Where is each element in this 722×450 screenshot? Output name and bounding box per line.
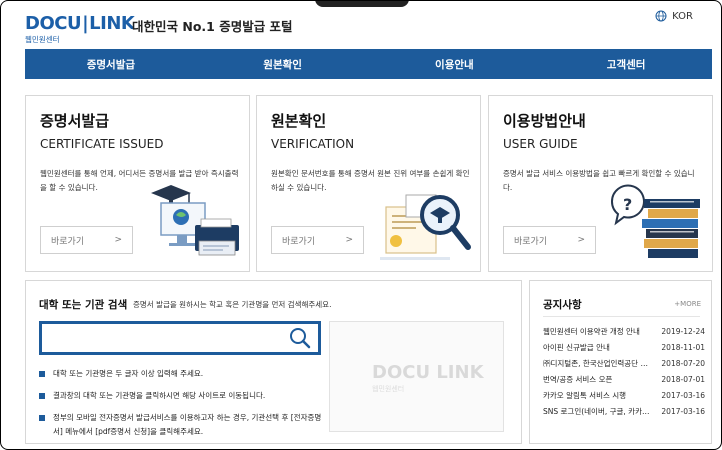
preview-watermark-logo: DOCU LINK (372, 362, 484, 383)
card-subtitle: VERIFICATION (271, 137, 355, 151)
go-button-label: 바로가기 (514, 236, 548, 247)
notice-item[interactable]: 아이핀 신규발급 안내 2018-11-01 (543, 340, 705, 356)
user-guide-go-button[interactable]: 바로가기 > (503, 226, 596, 254)
card-user-guide: 이용방법안내 USER GUIDE 증명서 발급 서비스 이용방법을 쉽고 빠르… (488, 95, 713, 272)
notice-list: 웹민원센터 이용약관 개정 안내 2019-12-24 아이핀 신규발급 안내 20… (543, 324, 705, 420)
search-button[interactable] (288, 327, 312, 349)
card-verification: 원본확인 VERIFICATION 원본확인 문서번호를 통해 증명서 원본 진… (256, 95, 481, 272)
language-label: KOR (672, 10, 693, 22)
nav-item-guide[interactable]: 이용안내 (369, 49, 541, 79)
chevron-right-icon: > (345, 235, 353, 245)
logo-text-right: LINK (89, 13, 135, 34)
verification-go-button[interactable]: 바로가기 > (271, 226, 364, 254)
chevron-right-icon: > (114, 235, 122, 245)
notice-item-date: 2018-11-01 (661, 343, 705, 352)
card-title: 증명서발급 (40, 112, 110, 130)
notice-item-title: 번역/공증 서비스 오픈 (543, 375, 613, 384)
notice-item-date: 2019-12-24 (661, 327, 705, 336)
card-title: 이용방법안내 (503, 112, 586, 130)
notice-panel: 공지사항 +MORE 웹민원센터 이용약관 개정 안내 2019-12-24 아이… (529, 280, 712, 444)
notice-item-title: 웹민원센터 이용약관 개정 안내 (543, 327, 640, 336)
search-result-preview: DOCU LINK 웹민원센터 (329, 321, 504, 432)
go-button-label: 바로가기 (51, 236, 85, 247)
notice-item[interactable]: 번역/공증 서비스 오픈 2018-07-01 (543, 372, 705, 388)
card-subtitle: USER GUIDE (503, 137, 578, 151)
card-certificate: 증명서발급 CERTIFICATE ISSUED 웹민원센터를 통해 언제, 어… (25, 95, 250, 272)
search-input[interactable] (46, 327, 281, 349)
nav-item-certificate[interactable]: 증명서발급 (25, 49, 197, 79)
notice-item[interactable]: ㈜디지털존, 한국산업인력공단 업무협약 2018-07-20 (543, 356, 705, 372)
portal-title: 대한민국 No.1 증명발급 포털 (132, 19, 293, 34)
search-box (39, 321, 321, 355)
notice-item-title: ㈜디지털존, 한국산업인력공단 업무협약 (543, 359, 651, 368)
search-note: 정부의 모바일 전자증명서 발급서비스를 이용하고자 하는 경우, 기관선택 후… (39, 411, 329, 439)
user-guide-illustration-icon: ? (611, 184, 700, 258)
notice-item-title: SNS 로그인(네이버, 구글, 카카오) 서비스 (543, 407, 651, 416)
card-title: 원본확인 (271, 112, 327, 130)
main-nav: 증명서발급 원본확인 이용안내 고객센터 (25, 49, 712, 79)
institution-search-panel: 대학 또는 기관 검색 증명서 발급을 원하시는 학교 혹은 기관명을 먼저 검… (25, 280, 522, 444)
nav-item-verification[interactable]: 원본확인 (197, 49, 369, 79)
notice-item[interactable]: SNS 로그인(네이버, 구글, 카카오) 서비스 2017-03-16 (543, 404, 705, 420)
divider (543, 316, 700, 317)
browser-frame: DOCU|LINK 웹민원센터 대한민국 No.1 증명발급 포털 KOR 증명… (0, 0, 722, 450)
notice-title: 공지사항 (543, 299, 582, 311)
docu-link-logo[interactable]: DOCU|LINK 웹민원센터 (25, 13, 135, 44)
logo-subtitle: 웹민원센터 (25, 35, 60, 44)
search-notes-list: 대학 또는 기관명은 두 글자 이상 입력해 주세요. 결과창의 대학 또는 기… (39, 367, 329, 447)
search-hint: 증명서 발급을 원하시는 학교 혹은 기관명을 먼저 검색해주세요. (133, 300, 332, 309)
globe-icon (655, 10, 667, 22)
preview-watermark-subtitle: 웹민원센터 (372, 385, 405, 393)
notice-more-link[interactable]: +MORE (674, 300, 701, 308)
logo-wordmark: DOCU|LINK (25, 13, 135, 34)
language-selector[interactable]: KOR (655, 10, 693, 22)
search-title: 대학 또는 기관 검색 (39, 299, 128, 311)
site-header: DOCU|LINK 웹민원센터 대한민국 No.1 증명발급 포털 KOR (1, 1, 721, 49)
notice-item-date: 2017-03-16 (661, 391, 705, 400)
notice-item-date: 2018-07-01 (661, 375, 705, 384)
certificate-illustration-icon (151, 185, 239, 256)
svg-text:?: ? (623, 195, 632, 214)
search-icon (290, 328, 311, 349)
notice-item-date: 2018-07-20 (661, 359, 705, 368)
chevron-right-icon: > (577, 235, 585, 245)
nav-item-customer-center[interactable]: 고객센터 (540, 49, 712, 79)
card-subtitle: CERTIFICATE ISSUED (40, 137, 164, 151)
notice-item[interactable]: 웹민원센터 이용약관 개정 안내 2019-12-24 (543, 324, 705, 340)
go-button-label: 바로가기 (282, 236, 316, 247)
logo-text-left: DOCU (25, 13, 82, 34)
logo-separator-icon: | (82, 13, 89, 34)
search-note: 대학 또는 기관명은 두 글자 이상 입력해 주세요. (39, 367, 329, 381)
search-note: 결과창의 대학 또는 기관명을 클릭하시면 해당 사이트로 이동됩니다. (39, 389, 329, 403)
verification-illustration-icon (380, 194, 471, 260)
notice-item-title: 아이핀 신규발급 안내 (543, 343, 610, 352)
notice-item[interactable]: 카카오 알림톡 서비스 시행 2017-03-16 (543, 388, 705, 404)
notice-item-date: 2017-03-16 (661, 407, 705, 416)
certificate-go-button[interactable]: 바로가기 > (40, 226, 133, 254)
notice-item-title: 카카오 알림톡 서비스 시행 (543, 391, 627, 400)
